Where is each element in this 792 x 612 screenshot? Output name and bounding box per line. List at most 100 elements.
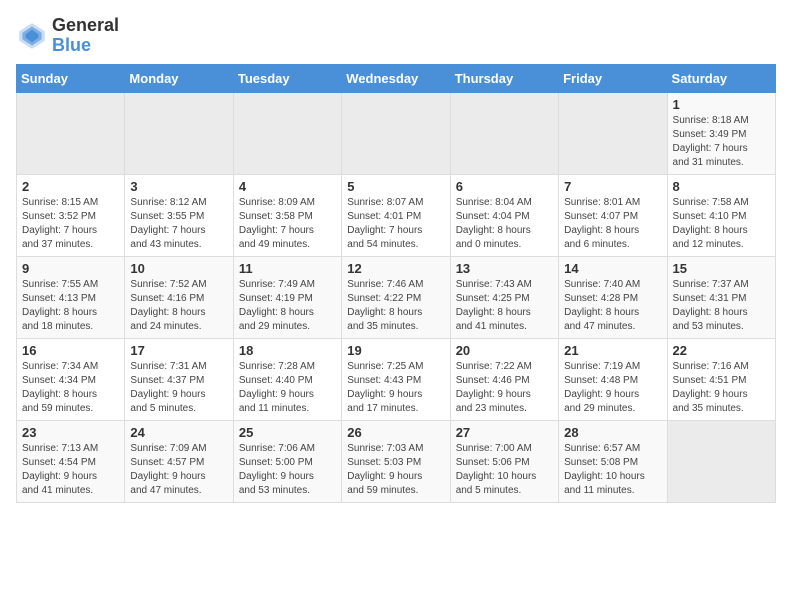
day-info: Sunrise: 7:06 AM Sunset: 5:00 PM Dayligh… xyxy=(239,442,336,498)
day-info: Sunrise: 7:19 AM Sunset: 4:48 PM Dayligh… xyxy=(564,360,661,416)
calendar-cell: 7 Sunrise: 8:01 AM Sunset: 4:07 PM Daylig… xyxy=(559,174,667,256)
day-info: Sunrise: 7:31 AM Sunset: 4:37 PM Dayligh… xyxy=(130,360,227,416)
day-info: Sunrise: 8:04 AM Sunset: 4:04 PM Dayligh… xyxy=(456,196,553,252)
calendar-cell xyxy=(667,420,775,502)
day-number: 1 xyxy=(673,97,770,112)
calendar-cell: 17 Sunrise: 7:31 AM Sunset: 4:37 PM Dayli… xyxy=(125,338,233,420)
calendar-cell xyxy=(559,92,667,174)
day-number: 28 xyxy=(564,425,661,440)
calendar-cell xyxy=(125,92,233,174)
calendar-cell: 15Sunrise: 7:37 AM Sunset: 4:31 PM Dayli… xyxy=(667,256,775,338)
day-number: 7 xyxy=(564,179,661,194)
day-number: 21 xyxy=(564,343,661,358)
day-number: 12 xyxy=(347,261,444,276)
calendar-cell: 21 Sunrise: 7:19 AM Sunset: 4:48 PM Dayli… xyxy=(559,338,667,420)
calendar-cell: 8 Sunrise: 7:58 AM Sunset: 4:10 PM Daylig… xyxy=(667,174,775,256)
day-info: Sunrise: 7:28 AM Sunset: 4:40 PM Dayligh… xyxy=(239,360,336,416)
calendar-week-5: 23 Sunrise: 7:13 AM Sunset: 4:54 PM Dayli… xyxy=(17,420,776,502)
calendar-cell: 12 Sunrise: 7:46 AM Sunset: 4:22 PM Dayli… xyxy=(342,256,450,338)
day-number: 25 xyxy=(239,425,336,440)
day-info: Sunrise: 8:07 AM Sunset: 4:01 PM Dayligh… xyxy=(347,196,444,252)
days-header-row: SundayMondayTuesdayWednesdayThursdayFrid… xyxy=(17,64,776,92)
day-info: Sunrise: 7:16 AM Sunset: 4:51 PM Dayligh… xyxy=(673,360,770,416)
day-info: Sunrise: 7:13 AM Sunset: 4:54 PM Dayligh… xyxy=(22,442,119,498)
day-info: Sunrise: 7:34 AM Sunset: 4:34 PM Dayligh… xyxy=(22,360,119,416)
calendar-table: SundayMondayTuesdayWednesdayThursdayFrid… xyxy=(16,64,776,503)
logo-icon xyxy=(16,20,48,52)
day-info: Sunrise: 7:00 AM Sunset: 5:06 PM Dayligh… xyxy=(456,442,553,498)
calendar-cell: 3 Sunrise: 8:12 AM Sunset: 3:55 PM Daylig… xyxy=(125,174,233,256)
logo-text: GeneralBlue xyxy=(52,16,119,56)
calendar-cell: 20 Sunrise: 7:22 AM Sunset: 4:46 PM Dayli… xyxy=(450,338,558,420)
calendar-cell xyxy=(450,92,558,174)
day-number: 10 xyxy=(130,261,227,276)
day-info: Sunrise: 7:03 AM Sunset: 5:03 PM Dayligh… xyxy=(347,442,444,498)
calendar-cell: 5 Sunrise: 8:07 AM Sunset: 4:01 PM Daylig… xyxy=(342,174,450,256)
day-info: Sunrise: 8:01 AM Sunset: 4:07 PM Dayligh… xyxy=(564,196,661,252)
day-info: Sunrise: 6:57 AM Sunset: 5:08 PM Dayligh… xyxy=(564,442,661,498)
day-info: Sunrise: 7:52 AM Sunset: 4:16 PM Dayligh… xyxy=(130,278,227,334)
calendar-cell: 6 Sunrise: 8:04 AM Sunset: 4:04 PM Daylig… xyxy=(450,174,558,256)
day-header-saturday: Saturday xyxy=(667,64,775,92)
calendar-cell: 1 Sunrise: 8:18 AM Sunset: 3:49 PM Daylig… xyxy=(667,92,775,174)
day-header-sunday: Sunday xyxy=(17,64,125,92)
day-header-tuesday: Tuesday xyxy=(233,64,341,92)
day-info: Sunrise: 7:55 AM Sunset: 4:13 PM Dayligh… xyxy=(22,278,119,334)
day-number: 23 xyxy=(22,425,119,440)
calendar-week-2: 2Sunrise: 8:15 AM Sunset: 3:52 PM Daylig… xyxy=(17,174,776,256)
page-header: GeneralBlue xyxy=(16,16,776,56)
calendar-cell: 18 Sunrise: 7:28 AM Sunset: 4:40 PM Dayli… xyxy=(233,338,341,420)
day-number: 19 xyxy=(347,343,444,358)
day-info: Sunrise: 7:43 AM Sunset: 4:25 PM Dayligh… xyxy=(456,278,553,334)
day-number: 18 xyxy=(239,343,336,358)
calendar-cell: 4 Sunrise: 8:09 AM Sunset: 3:58 PM Daylig… xyxy=(233,174,341,256)
day-header-wednesday: Wednesday xyxy=(342,64,450,92)
day-number: 2 xyxy=(22,179,119,194)
day-number: 16 xyxy=(22,343,119,358)
day-info: Sunrise: 7:22 AM Sunset: 4:46 PM Dayligh… xyxy=(456,360,553,416)
calendar-cell: 9 Sunrise: 7:55 AM Sunset: 4:13 PM Daylig… xyxy=(17,256,125,338)
day-info: Sunrise: 7:37 AM Sunset: 4:31 PM Dayligh… xyxy=(673,278,770,334)
day-info: Sunrise: 7:09 AM Sunset: 4:57 PM Dayligh… xyxy=(130,442,227,498)
calendar-cell: 16 Sunrise: 7:34 AM Sunset: 4:34 PM Dayli… xyxy=(17,338,125,420)
day-number: 4 xyxy=(239,179,336,194)
day-info: Sunrise: 7:49 AM Sunset: 4:19 PM Dayligh… xyxy=(239,278,336,334)
calendar-cell xyxy=(233,92,341,174)
day-info: Sunrise: 8:12 AM Sunset: 3:55 PM Dayligh… xyxy=(130,196,227,252)
day-number: 6 xyxy=(456,179,553,194)
logo: GeneralBlue xyxy=(16,16,119,56)
day-header-thursday: Thursday xyxy=(450,64,558,92)
day-info: Sunrise: 8:09 AM Sunset: 3:58 PM Dayligh… xyxy=(239,196,336,252)
day-number: 17 xyxy=(130,343,227,358)
day-info: Sunrise: 7:46 AM Sunset: 4:22 PM Dayligh… xyxy=(347,278,444,334)
day-number: 24 xyxy=(130,425,227,440)
day-info: Sunrise: 8:18 AM Sunset: 3:49 PM Dayligh… xyxy=(673,114,770,170)
calendar-cell: 2Sunrise: 8:15 AM Sunset: 3:52 PM Daylig… xyxy=(17,174,125,256)
calendar-cell: 11 Sunrise: 7:49 AM Sunset: 4:19 PM Dayli… xyxy=(233,256,341,338)
day-number: 3 xyxy=(130,179,227,194)
day-number: 13 xyxy=(456,261,553,276)
calendar-cell: 14 Sunrise: 7:40 AM Sunset: 4:28 PM Dayli… xyxy=(559,256,667,338)
day-number: 8 xyxy=(673,179,770,194)
calendar-week-1: 1 Sunrise: 8:18 AM Sunset: 3:49 PM Daylig… xyxy=(17,92,776,174)
calendar-cell: 26 Sunrise: 7:03 AM Sunset: 5:03 PM Dayli… xyxy=(342,420,450,502)
calendar-cell xyxy=(342,92,450,174)
calendar-cell xyxy=(17,92,125,174)
day-header-friday: Friday xyxy=(559,64,667,92)
day-info: Sunrise: 7:58 AM Sunset: 4:10 PM Dayligh… xyxy=(673,196,770,252)
day-info: Sunrise: 7:25 AM Sunset: 4:43 PM Dayligh… xyxy=(347,360,444,416)
calendar-cell: 24 Sunrise: 7:09 AM Sunset: 4:57 PM Dayli… xyxy=(125,420,233,502)
calendar-cell: 22Sunrise: 7:16 AM Sunset: 4:51 PM Dayli… xyxy=(667,338,775,420)
calendar-cell: 19 Sunrise: 7:25 AM Sunset: 4:43 PM Dayli… xyxy=(342,338,450,420)
day-number: 5 xyxy=(347,179,444,194)
calendar-cell: 13 Sunrise: 7:43 AM Sunset: 4:25 PM Dayli… xyxy=(450,256,558,338)
day-info: Sunrise: 7:40 AM Sunset: 4:28 PM Dayligh… xyxy=(564,278,661,334)
day-number: 20 xyxy=(456,343,553,358)
day-number: 27 xyxy=(456,425,553,440)
day-number: 26 xyxy=(347,425,444,440)
day-number: 14 xyxy=(564,261,661,276)
calendar-cell: 10 Sunrise: 7:52 AM Sunset: 4:16 PM Dayli… xyxy=(125,256,233,338)
day-number: 11 xyxy=(239,261,336,276)
day-number: 9 xyxy=(22,261,119,276)
calendar-week-3: 9 Sunrise: 7:55 AM Sunset: 4:13 PM Daylig… xyxy=(17,256,776,338)
